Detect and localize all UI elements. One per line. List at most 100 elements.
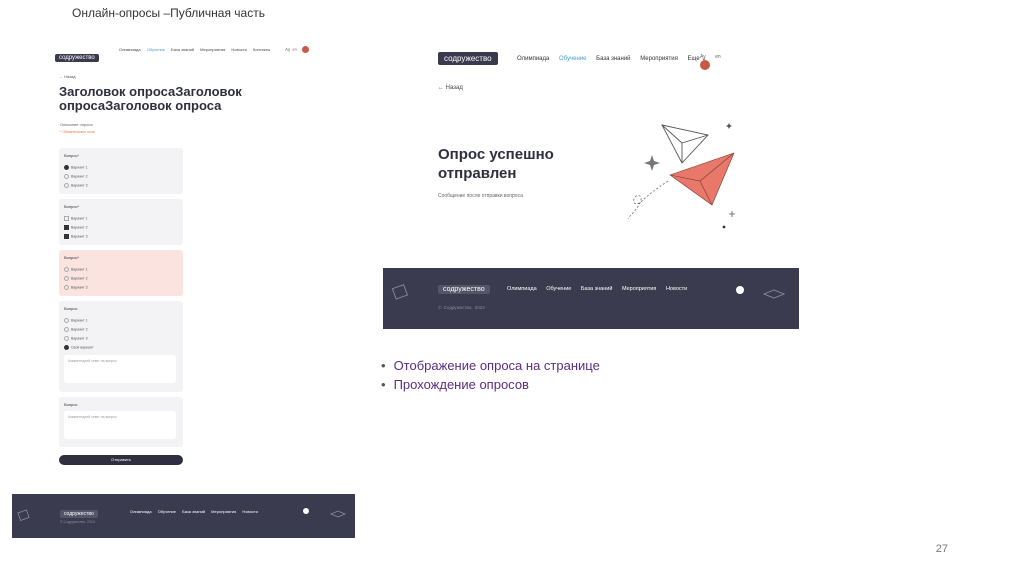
- question-label: Вопрос*: [64, 153, 80, 158]
- radio-icon: [64, 174, 69, 179]
- radio-checked-icon: [64, 345, 69, 350]
- footer-link[interactable]: Обучение: [158, 509, 176, 514]
- sparkle-icon: [644, 155, 660, 171]
- graduation-cap-icon: [763, 289, 785, 299]
- checkbox-option[interactable]: Вариант 2: [64, 225, 88, 230]
- checkbox-option[interactable]: Вариант 1: [64, 216, 88, 221]
- footer-link[interactable]: Новости: [242, 509, 257, 514]
- question-card: Вопрос* Вариант 1 Вариант 2 Вариант 3: [59, 148, 183, 194]
- footer-link[interactable]: Олимпиада: [130, 509, 152, 514]
- bullet-item: • Прохождение опросов: [381, 377, 529, 392]
- language-switch[interactable]: en: [292, 47, 296, 52]
- brand-logo[interactable]: содружество: [60, 510, 98, 518]
- comment-textarea[interactable]: Комментарий ответ на вопрос: [64, 411, 176, 439]
- checkbox-checked-icon: [64, 225, 69, 230]
- sparkle-icon: [726, 123, 732, 129]
- question-card: Вопрос* Вариант 1 Вариант 2 Вариант 3: [59, 199, 183, 245]
- nav-item[interactable]: Олимпиада: [517, 56, 549, 62]
- header-tools: Ag en: [285, 46, 309, 53]
- radio-icon: [64, 327, 69, 332]
- radio-option[interactable]: Вариант 2: [64, 276, 88, 281]
- page-number: 27: [935, 543, 948, 555]
- radio-option-custom[interactable]: Свой вариант: [64, 345, 93, 350]
- radio-option[interactable]: Вариант 1: [64, 267, 88, 272]
- copyright: © Содружество, 2024: [438, 305, 485, 310]
- footer-link[interactable]: Обучение: [546, 286, 571, 292]
- radio-option[interactable]: Вариант 2: [64, 327, 88, 332]
- font-size-toggle[interactable]: Ag: [285, 47, 290, 52]
- telegram-icon[interactable]: [736, 286, 744, 294]
- question-card: Вопрос Вариант 1 Вариант 2 Вариант 3 Сво…: [59, 301, 183, 392]
- main-nav: Олимпиада Обучение База знаний Мероприят…: [517, 55, 714, 62]
- footer-link[interactable]: База знаний: [182, 509, 205, 514]
- question-label: Вопрос*: [64, 204, 80, 209]
- nav-item[interactable]: Контакты: [253, 47, 270, 52]
- radio-icon: [64, 183, 69, 188]
- success-page-header: содружество Олимпиада Обучение База знан…: [438, 52, 748, 70]
- back-link[interactable]: ← Назад: [438, 85, 463, 91]
- radio-option[interactable]: Вариант 3: [64, 183, 88, 188]
- paper-plane-red-icon: [669, 152, 735, 206]
- success-title: Опрос успешно отправлен: [438, 146, 554, 182]
- footer-nav: Олимпиада Обучение База знаний Мероприят…: [130, 509, 263, 514]
- footer-nav: Олимпиада Обучение База знаний Мероприят…: [507, 286, 695, 292]
- bullet-item: • Отображение опроса на странице: [381, 358, 600, 373]
- radio-icon: [64, 318, 69, 323]
- radio-option[interactable]: Вариант 3: [64, 285, 88, 290]
- question-card: Вопрос Комментарий ответ на вопрос: [59, 397, 183, 447]
- back-link[interactable]: ← Назад: [59, 74, 76, 79]
- nav-item-active[interactable]: Обучение: [147, 47, 165, 52]
- telegram-icon[interactable]: [303, 508, 309, 514]
- footer-link[interactable]: Олимпиада: [507, 286, 537, 292]
- question-label: Вопрос: [64, 402, 78, 407]
- footer-link[interactable]: База знаний: [581, 286, 613, 292]
- radio-icon: [64, 336, 69, 341]
- brand-logo[interactable]: содружество: [438, 52, 498, 65]
- radio-icon: [64, 276, 69, 281]
- question-card-error: Вопрос* Вариант 1 Вариант 2 Вариант 3: [59, 250, 183, 296]
- copyright: © Содружество, 2024: [60, 520, 95, 524]
- book-icon: [17, 509, 30, 521]
- paper-planes-illustration: [627, 123, 735, 229]
- survey-page-header: содружество Олимпиада Обучение База знан…: [55, 46, 313, 62]
- radio-icon: [64, 267, 69, 272]
- slide-bullets: • Отображение опроса на странице • Прохожд…: [381, 358, 600, 396]
- nav-item[interactable]: Новости: [231, 47, 246, 52]
- survey-description: Описание опроса: [60, 122, 93, 127]
- brand-logo[interactable]: содружество: [438, 285, 490, 294]
- question-label: Вопрос*: [64, 255, 80, 260]
- checkbox-icon: [64, 216, 69, 221]
- footer-link[interactable]: Мероприятия: [211, 509, 236, 514]
- radio-option[interactable]: Вариант 2: [64, 174, 88, 179]
- question-label: Вопрос: [64, 306, 78, 311]
- nav-item-active[interactable]: Обучение: [559, 56, 586, 62]
- comment-textarea[interactable]: Комментарий ответ на вопрос: [64, 355, 176, 383]
- nav-item[interactable]: База знаний: [171, 47, 194, 52]
- language-switch[interactable]: en: [715, 54, 721, 60]
- graduation-cap-icon: [330, 510, 346, 518]
- dashed-flight-path: [627, 180, 669, 220]
- header-tools: Ay en: [700, 54, 748, 70]
- nav-item[interactable]: База знаний: [596, 56, 630, 62]
- radio-option[interactable]: Вариант 3: [64, 336, 88, 341]
- footer-link[interactable]: Новости: [666, 286, 687, 292]
- nav-item[interactable]: Мероприятия: [640, 56, 678, 62]
- success-page-footer: содружество Олимпиада Обучение База знан…: [383, 268, 799, 329]
- footer-link[interactable]: Мероприятия: [622, 286, 656, 292]
- checkbox-checked-icon: [64, 234, 69, 239]
- survey-page-footer: содружество Олимпиада Обучение База знан…: [12, 494, 355, 538]
- radio-checked-icon: [64, 165, 69, 170]
- avatar[interactable]: [302, 46, 309, 53]
- book-icon: [391, 284, 408, 300]
- radio-option[interactable]: Вариант 1: [64, 318, 88, 323]
- radio-option[interactable]: Вариант 1: [64, 165, 88, 170]
- main-nav: Олимпиада Обучение База знаний Мероприят…: [119, 47, 275, 52]
- avatar[interactable]: [700, 60, 710, 70]
- nav-item[interactable]: Мероприятия: [200, 47, 225, 52]
- slide-title: Онлайн-опросы –Публичная часть: [72, 6, 265, 20]
- brand-logo[interactable]: содружество: [55, 54, 99, 62]
- submit-button[interactable]: Отправить: [59, 455, 183, 465]
- nav-item[interactable]: Олимпиада: [119, 47, 141, 52]
- dot-icon: [722, 225, 726, 229]
- checkbox-option[interactable]: Вариант 3: [64, 234, 88, 239]
